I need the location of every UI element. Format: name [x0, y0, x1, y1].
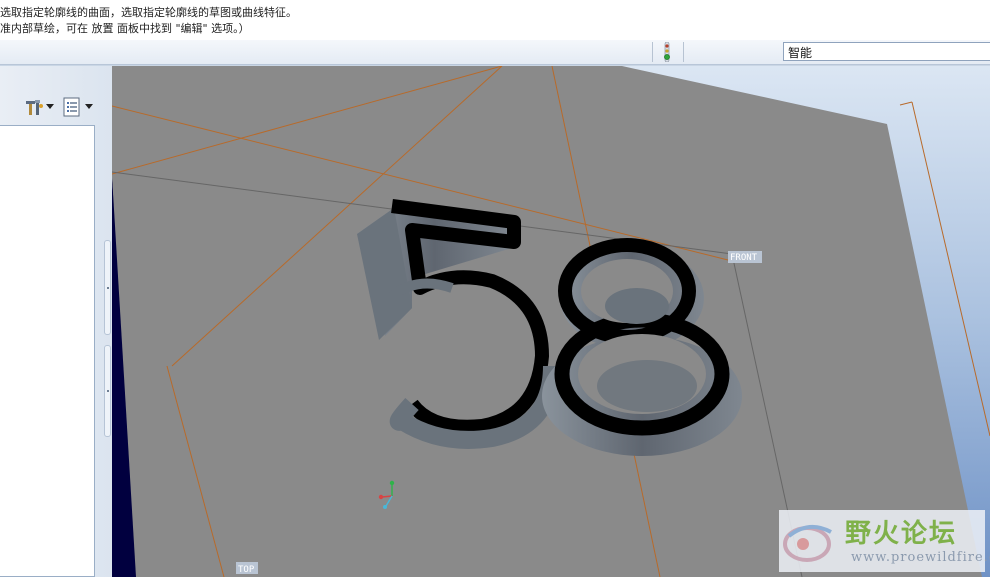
- forum-logo-icon: [783, 524, 832, 562]
- dropdown-arrow-icon[interactable]: [85, 104, 93, 110]
- show-tools-icon[interactable]: [24, 98, 44, 118]
- plane-surface: [112, 66, 982, 577]
- message-line-1: 选取指定轮廓线的曲面，选取指定轮廓线的草图或曲线特征。: [0, 6, 297, 19]
- panel-sash-handle[interactable]: [104, 345, 111, 437]
- model-tree-toolbar: [0, 94, 98, 122]
- forum-watermark: 野火论坛 www.proewildfire.cn: [779, 510, 990, 572]
- status-separator: [683, 42, 684, 62]
- watermark-url: www.proewildfire.cn: [851, 550, 990, 565]
- model-canvas[interactable]: FRONT TOP: [112, 66, 990, 577]
- datum-label-top[interactable]: TOP: [238, 565, 255, 575]
- traffic-light-icon[interactable]: [662, 42, 672, 62]
- selection-filter-select[interactable]: 智能: [783, 42, 990, 61]
- message-line-2: 准内部草绘，可在 放置 面板中找到 "编辑" 选项。）: [0, 22, 250, 35]
- dropdown-arrow-icon[interactable]: [46, 104, 54, 110]
- graphics-viewport[interactable]: FRONT TOP: [112, 66, 990, 577]
- status-separator: [652, 42, 653, 62]
- sash-grip: [107, 390, 109, 392]
- settings-list-icon[interactable]: [63, 97, 81, 117]
- panel-sash-handle[interactable]: [104, 240, 111, 335]
- sash-grip: [107, 287, 109, 289]
- datum-label-front[interactable]: FRONT: [730, 253, 758, 263]
- message-area: 选取指定轮廓线的曲面，选取指定轮廓线的草图或曲线特征。 准内部草绘，可在 放置 …: [0, 0, 990, 41]
- model-tree[interactable]: [0, 125, 95, 577]
- watermark-title: 野火论坛: [845, 519, 958, 549]
